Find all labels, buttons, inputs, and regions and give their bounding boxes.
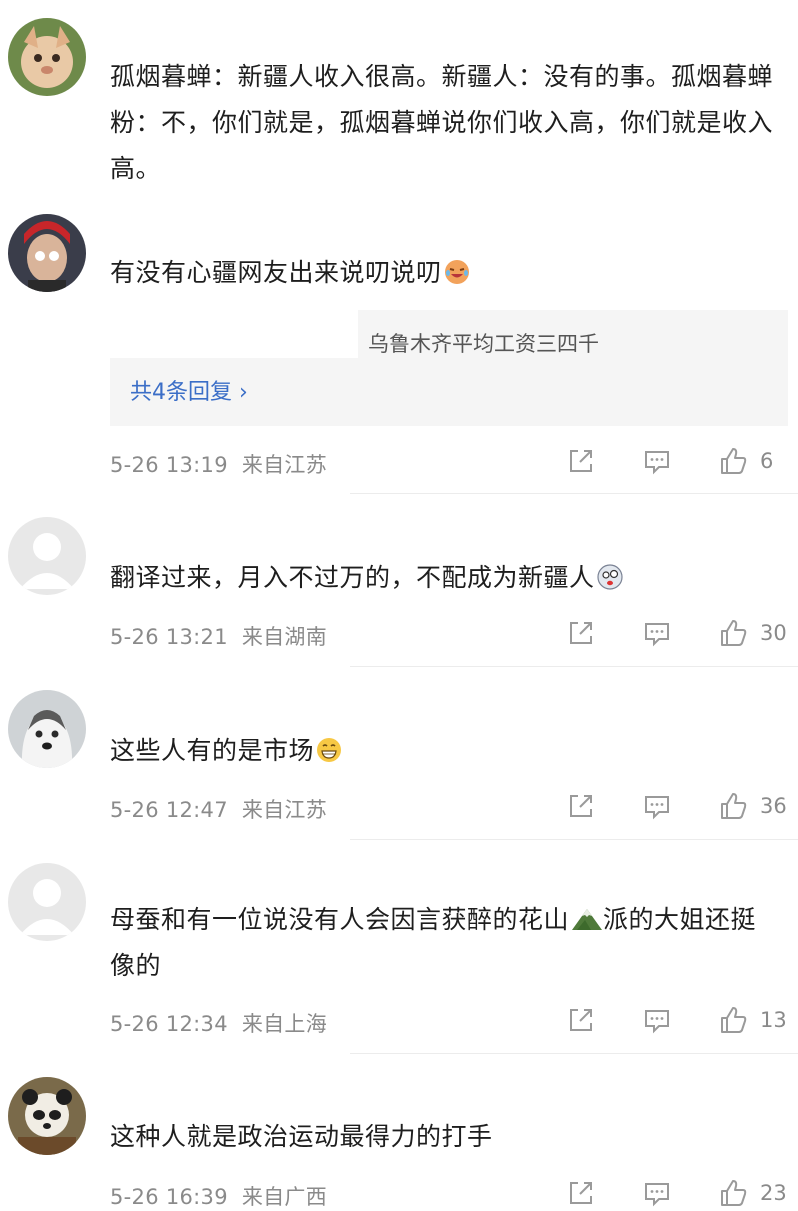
comment-date: 5-26 12:34	[110, 1012, 228, 1036]
comment-text: 这些人有的是市场	[110, 728, 780, 774]
comment-location: 来自上海	[241, 1012, 328, 1036]
comment-text: 孤烟暮蝉：新疆人收入很高。新疆人：没有的事。孤烟暮蝉粉：不，你们就是，孤烟暮蝉说…	[110, 62, 774, 183]
comment-icon[interactable]	[642, 1178, 672, 1208]
comment-location: 来自湖南	[241, 625, 328, 649]
avatar[interactable]	[8, 214, 86, 292]
like-count: 30	[760, 621, 787, 645]
share-icon[interactable]	[566, 618, 596, 648]
like-icon[interactable]	[718, 446, 748, 476]
view-replies-link[interactable]: 共4条回复 ›	[130, 374, 248, 406]
comment-icon[interactable]	[642, 1005, 672, 1035]
like-count: 6	[760, 449, 774, 473]
comment-location: 来自广西	[241, 1185, 328, 1209]
comment-actions: 13	[566, 1005, 788, 1035]
comment-icon[interactable]	[642, 618, 672, 648]
share-icon[interactable]	[566, 1178, 596, 1208]
divider	[350, 1053, 798, 1054]
comment-text: 这种人就是政治运动最得力的打手	[110, 1122, 493, 1151]
like-count: 13	[760, 1008, 787, 1032]
comment-date: 5-26 13:19	[110, 453, 228, 477]
comment-meta: 5-26 13:19 来自江苏	[110, 449, 327, 479]
divider	[350, 493, 798, 494]
reply-preview-text: 乌鲁木齐平均工资三四千	[368, 332, 599, 356]
avatar[interactable]	[8, 863, 86, 941]
avatar[interactable]	[8, 517, 86, 595]
comment-actions: 36	[566, 791, 788, 821]
avatar[interactable]	[8, 690, 86, 768]
comment-meta: 5-26 12:34 来自上海	[110, 1008, 327, 1038]
comment-text: 母蚕和有一位说没有人会因言获醉的花山 派的大姐还挺像的	[110, 905, 757, 980]
comment-text: 翻译过来，月入不过万的，不配成为新疆人	[110, 555, 780, 601]
mountain-icon	[571, 906, 603, 932]
dizzy-face-icon	[596, 564, 623, 590]
like-icon[interactable]	[718, 618, 748, 648]
divider	[350, 839, 798, 840]
comment-actions: 30	[566, 618, 788, 648]
comment-date: 5-26 13:21	[110, 625, 228, 649]
like-icon[interactable]	[718, 791, 748, 821]
reply-preview-box[interactable]: 乌鲁木齐平均工资三四千 共4条回复 ›	[110, 310, 788, 426]
comment-icon[interactable]	[642, 791, 672, 821]
share-icon[interactable]	[566, 1005, 596, 1035]
divider	[350, 666, 798, 667]
comment-date: 5-26 12:47	[110, 798, 228, 822]
share-icon[interactable]	[566, 446, 596, 476]
comment-location: 来自江苏	[241, 453, 328, 477]
comment-actions: 6	[566, 446, 788, 476]
like-count: 23	[760, 1181, 787, 1205]
like-count: 36	[760, 794, 787, 818]
comment-meta: 5-26 12:47 来自江苏	[110, 794, 327, 824]
avatar[interactable]	[8, 1077, 86, 1155]
avatar[interactable]	[8, 18, 86, 96]
reply-box-cutout	[110, 310, 358, 358]
comment-location: 来自江苏	[241, 798, 328, 822]
like-icon[interactable]	[718, 1178, 748, 1208]
share-icon[interactable]	[566, 791, 596, 821]
comment-icon[interactable]	[642, 446, 672, 476]
laughing-crying-face-icon	[444, 259, 470, 285]
like-icon[interactable]	[718, 1005, 748, 1035]
comment-meta: 5-26 16:39 来自广西	[110, 1181, 327, 1211]
grinning-face-icon	[316, 737, 342, 763]
comment-meta: 5-26 13:21 来自湖南	[110, 621, 327, 651]
comment-text: 有没有心疆网友出来说叨说叨	[110, 250, 780, 296]
comment-actions: 23	[566, 1178, 788, 1208]
comment-date: 5-26 16:39	[110, 1185, 228, 1209]
